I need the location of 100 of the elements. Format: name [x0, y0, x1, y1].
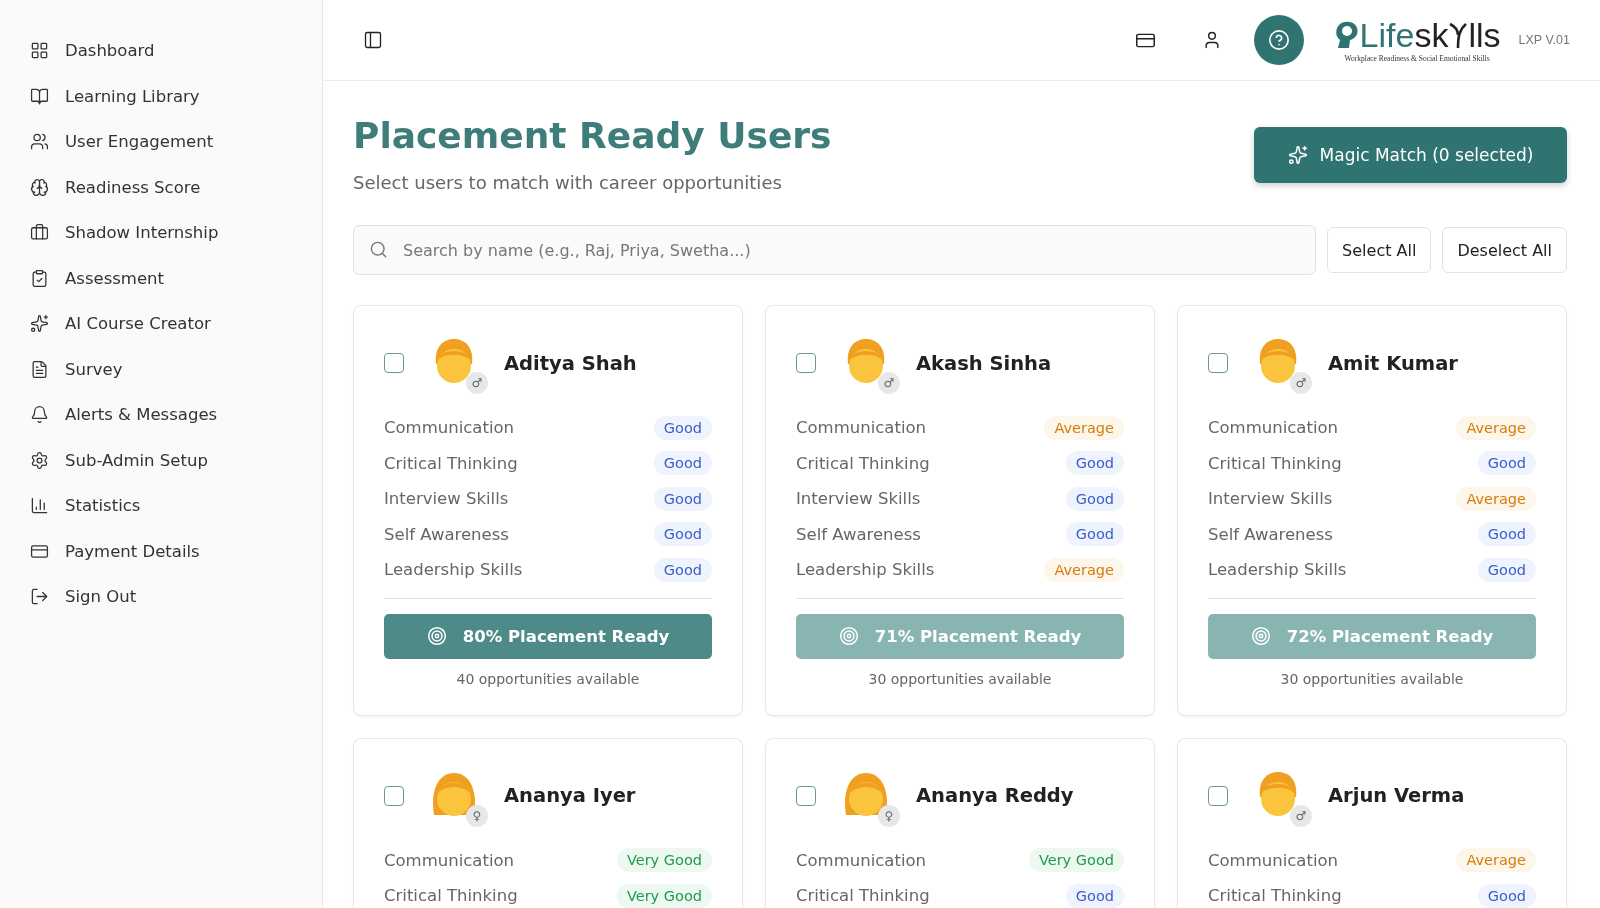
target-icon [426, 626, 447, 646]
user-name: Akash Sinha [916, 351, 1052, 375]
rating-badge: Average [1456, 486, 1536, 511]
logo-text: Life [1359, 17, 1415, 52]
gender-badge: ♂ [878, 372, 900, 394]
sidebar-item[interactable]: Sign Out [30, 574, 322, 620]
placement-ready-button[interactable]: 80% Placement Ready [384, 613, 712, 659]
skill-name: Interview Skills [796, 489, 921, 509]
rating-badge: Average [1456, 415, 1536, 440]
select-checkbox[interactable] [796, 353, 816, 373]
sparkles-icon [30, 314, 49, 334]
gender-badge: ♂ [466, 372, 488, 394]
logo-text: lls [1468, 17, 1501, 52]
bar-chart-icon [30, 496, 49, 516]
rating-badge: Average [1044, 557, 1124, 582]
skill-name: Self Awareness [384, 524, 509, 544]
skill-name: Critical Thinking [384, 886, 518, 906]
select-checkbox[interactable] [796, 785, 816, 806]
sidebar-item[interactable]: Sub-Admin Setup [30, 437, 322, 483]
rating-badge: Good [1477, 451, 1536, 476]
user-name: Arjun Verma [1328, 784, 1465, 807]
help-icon [1267, 29, 1290, 51]
rating-badge: Good [1477, 883, 1536, 908]
rating-badge: Good [1065, 522, 1124, 547]
rating-badge: Good [1065, 883, 1124, 908]
rating-badge: Good [653, 451, 712, 476]
bell-icon [30, 405, 49, 425]
deselect-all-button[interactable]: Deselect All [1442, 227, 1567, 273]
skill-name: Communication [384, 418, 515, 438]
sidebar-item[interactable]: Assessment [30, 255, 322, 301]
select-checkbox[interactable] [384, 353, 404, 373]
rating-badge: Good [653, 415, 712, 440]
skill-name: Leadership Skills [796, 560, 935, 580]
gender-badge: ♀ [466, 804, 488, 827]
target-icon [838, 626, 859, 646]
sidebar-item[interactable]: User Engagement [30, 119, 322, 165]
page-subtitle: Select users to match with career opportunities [353, 172, 783, 193]
skill-name: Self Awareness [1208, 524, 1333, 544]
skill-name: Leadership Skills [1208, 560, 1347, 580]
user-name: Ananya Iyer [504, 784, 636, 807]
magic-match-button[interactable]: Magic Match (0 selected) [1254, 127, 1567, 183]
clipboard-check-icon [30, 268, 49, 288]
skill-name: Leadership Skills [384, 560, 523, 580]
sidebar-item[interactable]: Payment Details [30, 528, 322, 574]
opportunities-count: 30 opportunities available [1279, 670, 1465, 687]
rating-badge: Good [653, 486, 712, 511]
skill-name: Critical Thinking [796, 453, 930, 473]
select-all-button[interactable]: Select All [1327, 227, 1432, 273]
skill-name: Interview Skills [1208, 489, 1333, 509]
sidebar-item[interactable]: Survey [30, 346, 322, 392]
rating-badge: Very Good [1028, 848, 1124, 873]
sidebar-item[interactable]: AI Course Creator [30, 301, 322, 347]
sparkles-icon [1287, 145, 1308, 165]
gender-badge: ♀ [878, 804, 900, 827]
skill-name: Communication [796, 850, 927, 870]
sidebar-item[interactable]: Shadow Internship [30, 210, 322, 256]
gender-badge: ♂ [1290, 372, 1312, 394]
rating-badge: Average [1044, 415, 1124, 440]
search-field[interactable]: Search by name (e.g., Raj, Priya, Swetha...) [353, 225, 1317, 275]
grid-icon [30, 41, 49, 61]
book-icon [30, 86, 49, 106]
sign-out-icon [30, 587, 49, 607]
rating-badge: Good [1065, 486, 1124, 511]
document-icon [30, 359, 49, 379]
settings-icon [30, 450, 49, 470]
logo-text: sk [1414, 17, 1449, 52]
sidebar-item[interactable]: Alerts & Messages [30, 392, 322, 438]
help-button[interactable] [1253, 15, 1304, 65]
page-title: Placement Ready Users [353, 115, 832, 156]
gender-badge: ♂ [1290, 804, 1312, 827]
figure-logo-icon [1448, 20, 1469, 49]
opportunities-count: 40 opportunities available [455, 670, 641, 687]
skill-name: Interview Skills [384, 489, 509, 509]
head-logo-icon [1333, 19, 1360, 50]
sidebar-item[interactable]: Readiness Score [30, 164, 322, 210]
sidebar-item[interactable]: Statistics [30, 483, 322, 529]
skill-name: Communication [1208, 418, 1339, 438]
user-name: Aditya Shah [504, 351, 637, 375]
user-name: Ananya Reddy [916, 784, 1074, 807]
skill-name: Critical Thinking [1208, 886, 1342, 906]
opportunities-count: 30 opportunities available [867, 670, 1053, 687]
skill-name: Critical Thinking [384, 453, 518, 473]
skill-name: Communication [1208, 850, 1339, 870]
sidebar-item[interactable]: Learning Library [30, 73, 322, 119]
rating-badge: Good [1477, 522, 1536, 547]
select-checkbox[interactable] [1208, 785, 1228, 806]
rating-badge: Very Good [616, 883, 712, 908]
rating-badge: Good [653, 522, 712, 547]
sidebar-item[interactable]: Dashboard [30, 28, 322, 74]
skill-name: Critical Thinking [796, 886, 930, 906]
skill-name: Critical Thinking [1208, 453, 1342, 473]
rating-badge: Average [1456, 848, 1536, 873]
select-checkbox[interactable] [384, 785, 404, 806]
rating-badge: Good [1065, 451, 1124, 476]
select-checkbox[interactable] [1208, 353, 1228, 373]
rating-badge: Good [1477, 557, 1536, 582]
version-label: LXP V.01 [1518, 33, 1570, 47]
rating-badge: Very Good [616, 848, 712, 873]
skill-name: Communication [796, 418, 927, 438]
target-icon [1250, 626, 1271, 646]
